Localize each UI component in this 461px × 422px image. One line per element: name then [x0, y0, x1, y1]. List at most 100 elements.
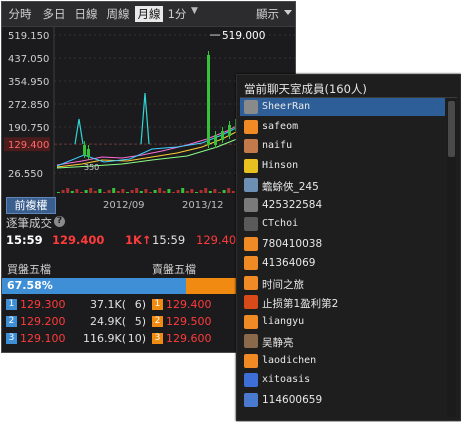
- volume-bar: [167, 189, 171, 193]
- member-name: laodichen: [262, 354, 317, 366]
- member-item[interactable]: Hinson: [240, 157, 445, 175]
- tab-1min[interactable]: 1分: [166, 6, 188, 22]
- volume-bar: [162, 191, 166, 193]
- max-price-label: 519.000: [222, 30, 265, 42]
- chevron-down-icon[interactable]: [284, 10, 292, 15]
- volume-bar: [139, 191, 143, 193]
- volume-bar: [195, 192, 198, 193]
- candle-body: [228, 125, 231, 136]
- volume-bar: [181, 188, 185, 193]
- volume-bar: [70, 191, 74, 193]
- member-list-scrollbar[interactable]: [447, 99, 456, 417]
- member-item[interactable]: SheerRan: [240, 98, 445, 116]
- tiger-avatar-icon: [244, 314, 258, 329]
- photo-avatar-icon: [244, 373, 258, 387]
- volume-bar: [107, 190, 111, 193]
- bid-quantity: 116.9K(: [83, 332, 126, 345]
- volume-bar: [126, 192, 129, 193]
- member-name: Hinson: [262, 159, 299, 171]
- photo-avatar-icon: [244, 392, 258, 407]
- member-item[interactable]: 蟾蜍俠_245: [240, 176, 445, 194]
- tab-multi-day[interactable]: 多日: [40, 6, 68, 22]
- volume-bar: [172, 192, 175, 193]
- volume-bar: [112, 188, 116, 193]
- volume-bar: [84, 190, 88, 193]
- tiger-avatar-icon: [244, 353, 258, 368]
- trade-time: 15:59: [6, 233, 43, 247]
- tab-daily[interactable]: 日線: [72, 6, 100, 22]
- member-item[interactable]: xitoasis: [240, 371, 445, 389]
- bid-count: 5): [134, 315, 146, 328]
- ask-price: 129.500: [166, 315, 212, 328]
- tab-dropdown-icon[interactable]: ▼: [191, 6, 198, 16]
- member-item[interactable]: CTchoi: [240, 215, 445, 233]
- volume-bar: [218, 192, 221, 193]
- member-item[interactable]: 止损第1盈利第2: [240, 293, 445, 311]
- candle-body: [221, 131, 224, 140]
- member-item[interactable]: 41364069: [240, 254, 445, 272]
- member-name: CTchoi: [262, 218, 299, 229]
- bid-level: 2: [6, 316, 17, 327]
- ask-price: 129.600: [166, 332, 212, 345]
- volume-bar: [185, 191, 189, 193]
- tab-intraday[interactable]: 分時: [6, 6, 34, 22]
- member-item[interactable]: 114600659: [240, 391, 445, 409]
- scrollbar-thumb[interactable]: [448, 101, 455, 157]
- member-item[interactable]: 时间之旅: [240, 274, 445, 292]
- trade-price: 129.400: [52, 233, 105, 247]
- y-tick-label: 437.050: [8, 54, 49, 65]
- volume-bar: [176, 190, 180, 193]
- volume-bar: [213, 189, 217, 193]
- volume-bar: [61, 190, 65, 193]
- volume-bar: [199, 190, 203, 193]
- adjust-price-button[interactable]: 前複權: [6, 197, 56, 214]
- bid-quantity: 37.1K(: [90, 298, 126, 311]
- member-name: xitoasis: [262, 374, 311, 385]
- tiger-avatar-icon: [244, 119, 258, 134]
- y-tick-label: 519.150: [8, 31, 49, 42]
- ask-title: 賣盤五檔: [152, 263, 196, 276]
- photo-avatar-icon: [244, 197, 258, 212]
- volume-bar: [98, 189, 102, 193]
- member-name: 时间之旅: [262, 278, 304, 291]
- tab-monthly[interactable]: 月線: [135, 6, 163, 22]
- photo-avatar-icon: [244, 139, 258, 153]
- volume-bar: [231, 191, 235, 193]
- member-item[interactable]: naifu: [240, 137, 445, 155]
- member-item[interactable]: 425322584: [240, 196, 445, 214]
- member-name: 114600659: [262, 393, 323, 406]
- member-item[interactable]: 780410038: [240, 235, 445, 253]
- spike-label: 350: [84, 163, 99, 172]
- volume-bar: [227, 188, 231, 193]
- member-item[interactable]: laodichen: [240, 352, 445, 370]
- tab-weekly[interactable]: 周線: [104, 6, 132, 22]
- y-tick-label: 129.400: [8, 140, 49, 151]
- photo-avatar-icon: [244, 178, 258, 192]
- trade-price: 129.40: [196, 233, 237, 247]
- member-name: 41364069: [262, 257, 316, 269]
- member-item[interactable]: safeom: [240, 118, 445, 136]
- ask-level: 2: [152, 316, 163, 327]
- help-icon[interactable]: ?: [54, 216, 65, 227]
- candle-body: [83, 145, 86, 155]
- display-menu-button[interactable]: 顯示: [256, 6, 279, 22]
- volume-bar: [153, 190, 157, 193]
- member-item[interactable]: liangyu: [240, 313, 445, 331]
- volume-bar: [66, 188, 70, 193]
- tiger-avatar-icon: [244, 236, 258, 251]
- ask-level: 1: [152, 299, 163, 310]
- bid-title: 買盤五檔: [7, 263, 51, 276]
- member-name: naifu: [262, 140, 293, 151]
- candle-body: [87, 149, 90, 157]
- ask-level: 3: [152, 333, 163, 344]
- x-tick-label: 2013/12: [182, 200, 224, 211]
- volume-bar: [121, 189, 125, 193]
- volume-bar: [103, 192, 106, 193]
- volume-bar: [135, 188, 139, 193]
- volume-bar: [130, 190, 134, 193]
- candle-body: [207, 55, 210, 145]
- member-item[interactable]: 吴静亮: [240, 332, 445, 350]
- tiger-avatar-icon: [244, 256, 258, 270]
- volume-bar: [208, 191, 212, 193]
- trade-volume: 1K↑: [125, 233, 152, 247]
